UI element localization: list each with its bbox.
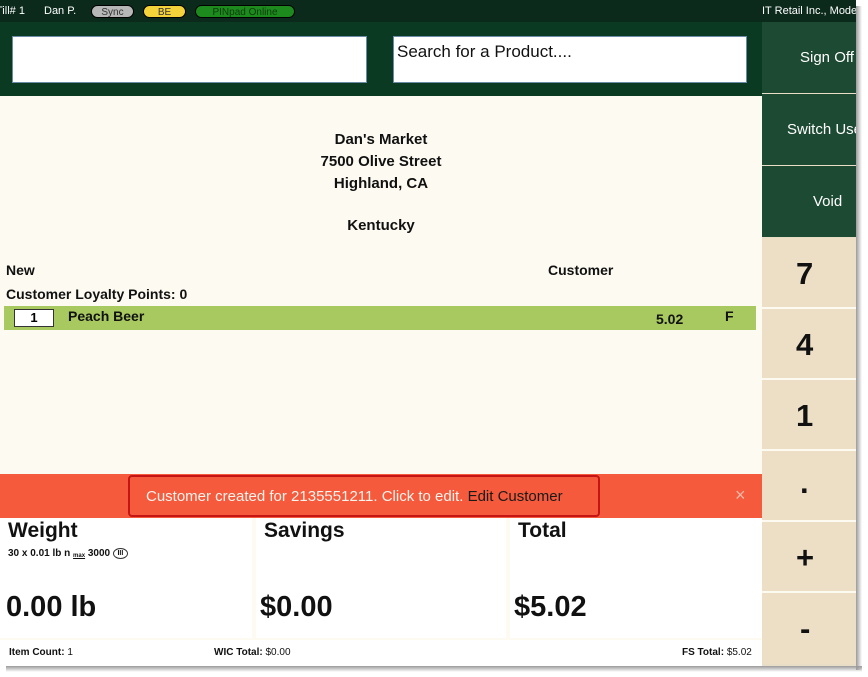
keypad-decimal[interactable]: . (762, 451, 856, 522)
scan-input[interactable] (12, 36, 367, 83)
be-button[interactable]: BE (143, 5, 186, 18)
total-panel: Total $5.02 (510, 518, 762, 638)
receipt-area: Dan's Market 7500 Olive Street Highland,… (0, 96, 762, 474)
weight-panel: Weight 30 x 0.01 lb n max 3000 III 0.00 … (0, 518, 252, 638)
keypad-plus[interactable]: + (762, 522, 856, 593)
pos-window: Till# 1 Dan P. Sync BE PINpad Online IT … (0, 0, 856, 666)
customer-label[interactable]: Customer (548, 262, 613, 278)
window-shadow-right (856, 6, 862, 670)
keypad-7-label: 7 (796, 256, 814, 291)
fs-total: FS Total: $5.02 (682, 647, 752, 658)
scale-division: 30 x 0.01 lb n (8, 548, 71, 559)
item-price: 5.02 (656, 311, 684, 327)
sign-off-label: Sign Off (800, 49, 854, 66)
store-address: 7500 Olive Street (320, 153, 442, 170)
loyalty-points: Customer Loyalty Points: 0 (6, 286, 188, 302)
keypad-4-label: 4 (796, 327, 814, 362)
pinpad-status-badge: PINpad Online (195, 5, 295, 18)
savings-value: $0.00 (260, 591, 333, 623)
sync-button[interactable]: Sync (91, 5, 134, 18)
item-name: Peach Beer (68, 308, 145, 324)
keypad-plus-label: + (796, 540, 815, 575)
store-name: Dan's Market (334, 131, 428, 148)
keypad-4[interactable]: 4 (762, 309, 856, 380)
status-bar: Till# 1 Dan P. Sync BE PINpad Online IT … (0, 0, 856, 22)
till-number: Till# 1 (0, 5, 25, 17)
sign-off-button[interactable]: Sign Off (762, 22, 856, 94)
keypad-1[interactable]: 1 (762, 380, 856, 451)
savings-label: Savings (264, 519, 345, 542)
void-button[interactable]: Void (762, 166, 856, 238)
item-count-label: Item Count: (9, 647, 65, 658)
wic-total-value: $0.00 (265, 647, 291, 658)
scale-max-label: max (73, 553, 86, 559)
wic-total-label: WIC Total: (214, 647, 263, 658)
notification-message: Customer created for 2135551211. Click t… (146, 488, 563, 505)
void-label: Void (813, 193, 843, 210)
product-search-input[interactable]: Search for a Product.... (393, 36, 747, 83)
quantity-field[interactable]: 1 (14, 309, 54, 327)
switch-user-button[interactable]: Switch User (762, 94, 856, 166)
scale-class-icon: III (112, 548, 128, 559)
sidebar: Sign Off Switch User Void 7 4 1 . + - (762, 22, 856, 666)
window-shadow-bottom (6, 666, 862, 672)
line-item[interactable]: 1 Peach Beer 5.02 F (4, 306, 756, 330)
switch-user-label: Switch User (787, 121, 856, 138)
weight-value: 0.00 lb (6, 591, 97, 623)
fs-total-label: FS Total: (682, 647, 725, 658)
notification-text: Customer created for 2135551211. Click t… (146, 488, 464, 505)
notification-bar: Customer created for 2135551211. Click t… (0, 474, 762, 518)
store-city: Highland, CA (333, 175, 429, 192)
total-value: $5.02 (514, 591, 587, 623)
totals-section: Weight 30 x 0.01 lb n max 3000 III 0.00 … (0, 518, 762, 640)
wic-total: WIC Total: $0.00 (214, 647, 291, 658)
fs-total-value: $5.02 (726, 647, 752, 658)
scale-max: 3000 (87, 548, 111, 559)
savings-panel: Savings $0.00 (256, 518, 506, 638)
scale-info: 30 x 0.01 lb n max 3000 III (8, 548, 128, 559)
close-icon[interactable]: × (735, 485, 746, 506)
company-name: IT Retail Inc., Model (762, 5, 856, 17)
keypad-decimal-label: . (800, 465, 809, 500)
item-count-value: 1 (67, 647, 73, 658)
item-count: Item Count: 1 (9, 647, 73, 658)
transaction-status: New (6, 262, 35, 278)
store-location: Kentucky (347, 217, 415, 234)
keypad-minus[interactable]: - (762, 593, 856, 664)
cashier-name: Dan P. (44, 5, 77, 17)
footer: Item Count: 1 WIC Total: $0.00 FS Total:… (0, 640, 762, 666)
edit-customer-link[interactable]: Edit Customer (468, 488, 563, 505)
keypad-7[interactable]: 7 (762, 238, 856, 309)
keypad-1-label: 1 (796, 398, 814, 433)
item-tax-flag: F (725, 308, 734, 324)
keypad-minus-label: - (800, 611, 811, 646)
total-label: Total (518, 519, 567, 542)
weight-label: Weight (8, 519, 78, 542)
header: Search for a Product.... (0, 22, 762, 96)
